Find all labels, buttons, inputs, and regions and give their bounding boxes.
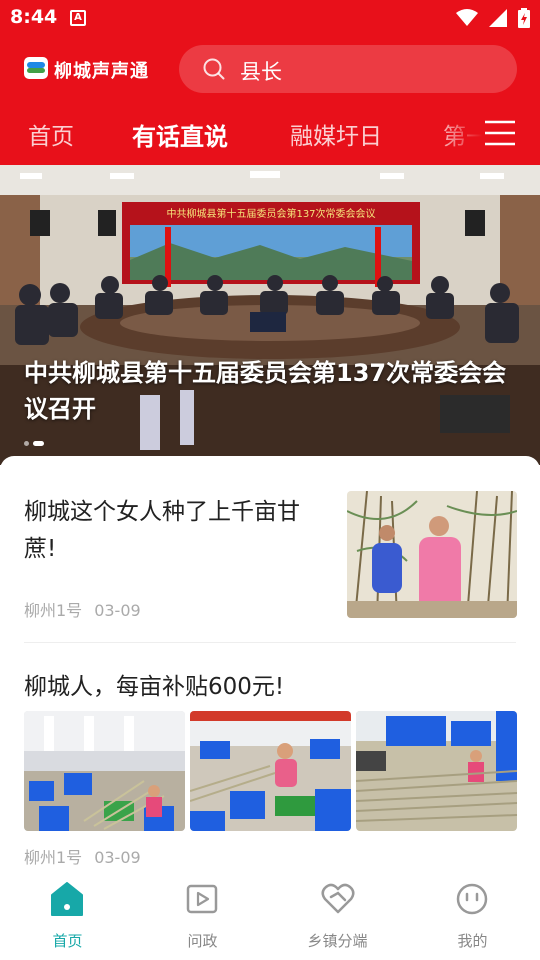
home-icon — [51, 882, 83, 916]
news-title[interactable]: 柳城人，每亩补贴600元! — [24, 667, 284, 701]
status-bar: 8:44 A — [0, 0, 540, 36]
carousel-dot-active — [33, 441, 44, 446]
nav-mine[interactable]: 我的 — [405, 876, 540, 960]
news-date: 03-09 — [94, 601, 141, 620]
news-thumbnail[interactable] — [347, 491, 517, 618]
news-title[interactable]: 柳城这个女人种了上千亩甘蔗! — [24, 494, 324, 568]
nav-home[interactable]: 首页 — [0, 876, 135, 960]
carousel-indicator — [24, 433, 48, 452]
nav-inquiry[interactable]: 问政 — [135, 876, 270, 960]
nav-township[interactable]: 乡镇分端 — [270, 876, 405, 960]
nav-township-label: 乡镇分端 — [307, 932, 368, 950]
signal-icon — [488, 8, 507, 27]
news-meta: 柳州1号 03-09 — [24, 597, 141, 621]
play-icon — [186, 884, 218, 914]
carousel-dot — [24, 441, 29, 446]
battery-icon — [518, 7, 530, 28]
wifi-icon — [455, 8, 478, 26]
tab-speak-freely[interactable]: 有话直说 — [132, 117, 228, 152]
news-list: 柳城这个女人种了上千亩甘蔗! 柳州1号 03-09 柳城人，每亩补贴600元! … — [0, 456, 540, 876]
bottom-nav: 首页 问政 乡镇分端 我的 — [0, 876, 540, 960]
news-image-1[interactable] — [24, 711, 185, 831]
news-image — [347, 491, 517, 618]
banner-title[interactable]: 中共柳城县第十五届委员会第137次常委会会议召开 — [24, 355, 520, 427]
divider — [24, 642, 516, 643]
status-time: 8:44 — [10, 6, 58, 28]
search-icon — [203, 58, 225, 80]
search-bar[interactable]: 县长 — [179, 45, 517, 93]
notification-icon: A — [70, 10, 86, 26]
smiley-icon — [456, 883, 488, 915]
app-logo-icon — [24, 57, 48, 79]
nav-inquiry-label: 问政 — [187, 932, 218, 950]
banner-screen-caption: 中共柳城县第十五届委员会第137次常委会会议 — [166, 207, 375, 220]
news-date: 03-09 — [94, 848, 141, 867]
banner-carousel[interactable]: 中共柳城县第十五届委员会第137次常委会会议 中共柳城县第十五届委员会第137次… — [0, 165, 540, 465]
tab-media-market[interactable]: 融媒圩日 — [290, 117, 382, 151]
channel-tabs: 首页 有话直说 融媒圩日 第一 — [0, 104, 540, 165]
news-source: 柳州1号 — [24, 848, 83, 867]
news-image-2[interactable] — [190, 711, 351, 831]
news-image-3[interactable] — [356, 711, 517, 831]
news-source: 柳州1号 — [24, 601, 83, 620]
app-header: 柳城声声通 县长 — [0, 36, 540, 104]
tab-home[interactable]: 首页 — [28, 117, 74, 151]
search-input[interactable]: 县长 — [240, 56, 282, 86]
news-meta: 柳州1号 03-09 — [24, 844, 141, 868]
status-icons — [450, 7, 530, 29]
nav-home-label: 首页 — [52, 932, 83, 950]
nav-mine-label: 我的 — [457, 932, 488, 950]
menu-icon[interactable] — [485, 119, 515, 147]
app-name: 柳城声声通 — [54, 61, 149, 82]
heart-handshake-icon — [321, 883, 355, 914]
